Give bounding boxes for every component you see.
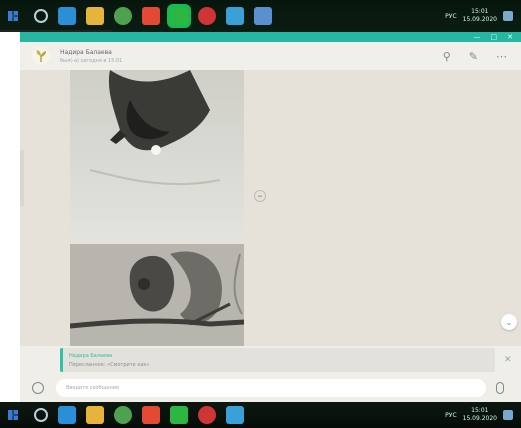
scroll-edge: [20, 150, 24, 206]
system-tray: РУС 15:01 15.09.2020: [445, 407, 513, 423]
notification-icon[interactable]: [503, 410, 513, 420]
chat-header[interactable]: Надира Балаева был(-а) сегодня в 15:01 ⚲…: [20, 42, 521, 70]
edge-browser-icon[interactable]: [58, 406, 76, 424]
notification-icon[interactable]: [503, 11, 513, 21]
close-button[interactable]: ✕: [507, 33, 513, 41]
contact-name: Надира Балаева: [60, 48, 112, 56]
whatsapp-icon[interactable]: [170, 406, 188, 424]
documents-icon[interactable]: [142, 406, 160, 424]
file-explorer-icon[interactable]: [86, 7, 104, 25]
reply-author: Надира Балаева: [69, 353, 113, 359]
file-explorer-icon[interactable]: [86, 406, 104, 424]
chrome-icon[interactable]: [114, 7, 132, 25]
reply-preview[interactable]: Надира Балаева Пересланное: «Смотрите ка…: [60, 348, 495, 372]
whatsapp-icon[interactable]: [170, 7, 188, 25]
start-button[interactable]: [4, 7, 22, 25]
scroll-down-button[interactable]: ⌄: [501, 314, 517, 330]
opera-icon[interactable]: [198, 406, 216, 424]
taskbar-top: РУС 15:01 15.09.2020: [0, 0, 521, 32]
opera-icon[interactable]: [198, 7, 216, 25]
clock-time: 15:01: [471, 407, 489, 414]
message-image-squirrel-1[interactable]: [70, 70, 244, 240]
windows-icon: [8, 11, 18, 21]
telegram-icon[interactable]: [226, 406, 244, 424]
forward-icon[interactable]: ➦: [254, 190, 266, 202]
contact-info[interactable]: Надира Балаева был(-а) сегодня в 15:01: [60, 49, 122, 64]
message-input-placeholder: Введите сообщение: [66, 385, 120, 391]
start-button[interactable]: [4, 406, 22, 424]
reply-text: Пересланное: «Смотрите как»: [69, 362, 150, 368]
menu-icon[interactable]: ⋯: [496, 50, 507, 63]
header-actions: ⚲ ✎ ⋯: [443, 50, 507, 63]
clock-date: 15.09.2020: [462, 415, 497, 422]
telegram-icon[interactable]: [226, 7, 244, 25]
documents-icon[interactable]: [142, 7, 160, 25]
microphone-icon[interactable]: [496, 382, 504, 394]
edge-browser-icon[interactable]: [58, 7, 76, 25]
system-tray: РУС 15:01 15.09.2020: [445, 8, 513, 24]
minimize-button[interactable]: —: [474, 33, 481, 41]
chat-area[interactable]: ➦ ⌄: [20, 70, 521, 346]
close-icon[interactable]: ✕: [504, 355, 512, 365]
reply-panel: Надира Балаева Пересланное: «Смотрите ка…: [20, 346, 521, 374]
clock-time: 15:01: [471, 8, 489, 15]
search-icon[interactable]: [34, 9, 48, 23]
search-icon[interactable]: ⚲: [443, 50, 451, 63]
message-input[interactable]: Введите сообщение: [56, 379, 486, 397]
compose-bar: Введите сообщение: [20, 374, 521, 402]
window-titlebar: — □ ✕: [20, 32, 521, 42]
attach-icon[interactable]: ✎: [469, 50, 478, 63]
app-icon[interactable]: [254, 7, 272, 25]
plant-icon: [36, 50, 46, 62]
clock-date: 15.09.2020: [462, 16, 497, 23]
message-image-squirrel-2[interactable]: [70, 244, 244, 346]
language-indicator[interactable]: РУС: [445, 412, 456, 419]
windows-icon: [8, 410, 18, 420]
emoji-icon[interactable]: [32, 382, 44, 394]
search-icon[interactable]: [34, 408, 48, 422]
squirrel-sketch-image: [70, 244, 244, 346]
contact-status: был(-а) сегодня в 15:01: [60, 57, 123, 64]
whatsapp-window: — □ ✕ Надира Балаева был(-а) сегодня в 1…: [20, 32, 521, 402]
clock[interactable]: 15:01 15.09.2020: [463, 8, 497, 24]
maximize-button[interactable]: □: [491, 33, 498, 41]
clock[interactable]: 15:01 15.09.2020: [463, 407, 497, 423]
language-indicator[interactable]: РУС: [445, 13, 456, 20]
taskbar-bottom: РУС 15:01 15.09.2020: [0, 402, 521, 428]
chrome-icon[interactable]: [114, 406, 132, 424]
avatar[interactable]: [32, 47, 50, 65]
squirrel-sketch-image: [70, 70, 244, 240]
